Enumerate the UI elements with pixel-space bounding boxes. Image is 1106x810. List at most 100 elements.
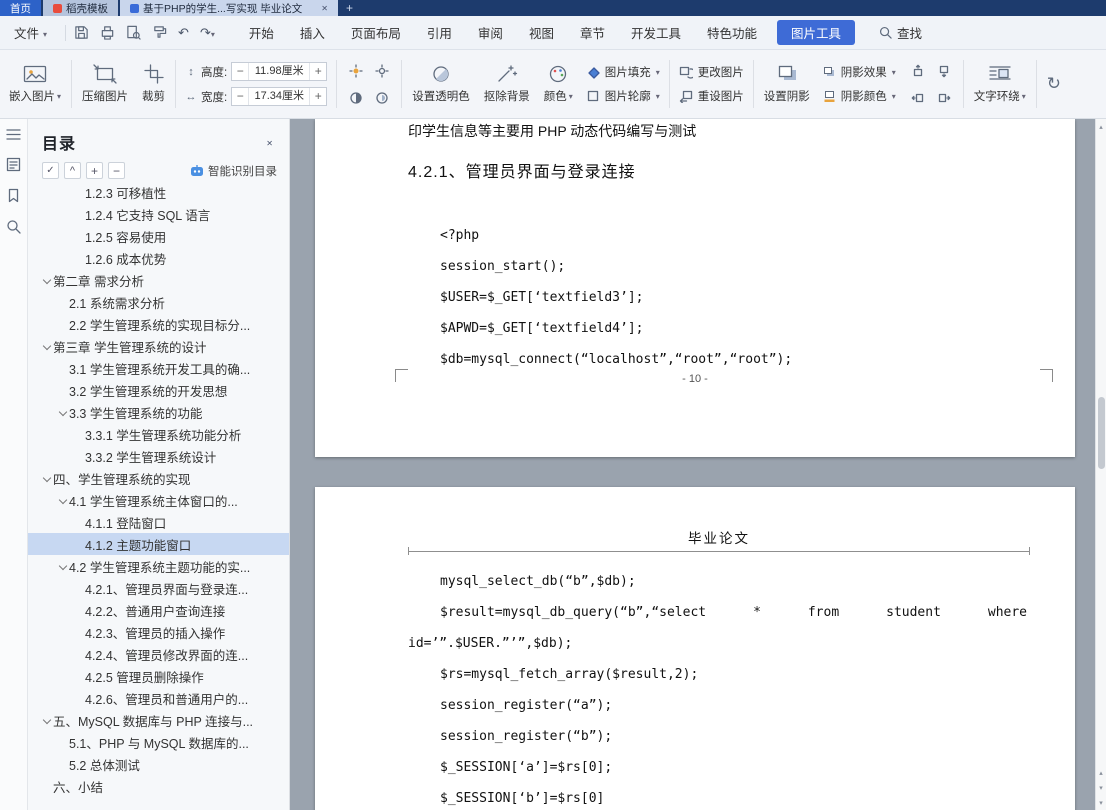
scroll-down-arrow[interactable]: [1096, 795, 1106, 810]
width-value[interactable]: 17.34厘米: [248, 88, 311, 105]
toc-item[interactable]: 1.2.3 可移植性: [28, 181, 289, 203]
menu-tab[interactable]: 页面布局: [351, 23, 401, 42]
picture-fill-button[interactable]: 图片填充: [586, 64, 660, 80]
chevron-down-icon[interactable]: [40, 343, 53, 349]
redo-button[interactable]: [200, 25, 215, 40]
set-transparent-color-button[interactable]: 设置透明色: [405, 52, 477, 116]
nudge-shadow-down-button[interactable]: [934, 61, 954, 81]
color-button[interactable]: 颜色: [537, 52, 580, 116]
toc-item[interactable]: 3.3.2 学生管理系统设计: [28, 445, 289, 467]
outline-toggle-icon[interactable]: [6, 128, 21, 141]
file-menu[interactable]: 文件: [0, 23, 57, 42]
scrollbar-thumb[interactable]: [1098, 397, 1105, 469]
chevron-down-icon[interactable]: [40, 717, 53, 723]
menu-tab[interactable]: 开始: [249, 23, 274, 42]
chevron-down-icon[interactable]: [56, 409, 69, 415]
bookmark-pane-icon[interactable]: [7, 188, 20, 203]
crop-button[interactable]: 裁剪: [135, 52, 172, 116]
vertical-scrollbar[interactable]: [1095, 119, 1106, 810]
chevron-down-icon[interactable]: [56, 497, 69, 503]
nudge-shadow-right-button[interactable]: [934, 88, 954, 108]
reset-picture-button[interactable]: 重设图片: [679, 88, 744, 104]
toc-item[interactable]: 4.2 学生管理系统主题功能的实...: [28, 555, 289, 577]
height-value[interactable]: 11.98厘米: [248, 63, 311, 80]
find-pane-icon[interactable]: [6, 219, 21, 234]
template-tab[interactable]: 稻壳模板: [43, 0, 118, 16]
next-page-button[interactable]: [1096, 780, 1106, 795]
width-increase-button[interactable]: +: [310, 88, 326, 105]
toc-item[interactable]: 4.1 学生管理系统主体窗口的...: [28, 489, 289, 511]
toc-item[interactable]: 第三章 学生管理系统的设计: [28, 335, 289, 357]
toc-item[interactable]: 2.2 学生管理系统的实现目标分...: [28, 313, 289, 335]
document-page-1[interactable]: 印学生信息等主要用 PHP 动态代码编写与测试 4.2.1、管理员界面与登录连接…: [315, 119, 1075, 457]
toc-item[interactable]: 5.2 总体测试: [28, 753, 289, 775]
menu-tab[interactable]: 引用: [427, 23, 452, 42]
document-tab[interactable]: 基于PHP的学生...写实现 毕业论文: [120, 0, 338, 16]
shadow-effect-button[interactable]: 阴影效果: [823, 64, 896, 80]
chevron-down-icon[interactable]: [40, 277, 53, 283]
toc-item[interactable]: 4.2.5 管理员删除操作: [28, 665, 289, 687]
text-wrap-button[interactable]: 文字环绕: [967, 52, 1033, 116]
toc-item[interactable]: 四、学生管理系统的实现: [28, 467, 289, 489]
toc-item[interactable]: 4.2.6、管理员和普通用户的...: [28, 687, 289, 709]
find-button[interactable]: 查找: [879, 23, 922, 42]
increase-brightness-button[interactable]: [346, 61, 366, 81]
toc-collapse-level-icon[interactable]: [64, 162, 81, 179]
toc-select-icon[interactable]: [42, 162, 59, 179]
toc-item[interactable]: 3.2 学生管理系统的开发思想: [28, 379, 289, 401]
toc-item[interactable]: 2.1 系统需求分析: [28, 291, 289, 313]
toc-item[interactable]: 第二章 需求分析: [28, 269, 289, 291]
smart-catalog-button[interactable]: 智能识别目录: [190, 163, 277, 179]
format-painter-button[interactable]: [152, 25, 167, 40]
increase-contrast-button[interactable]: [346, 88, 366, 108]
close-tab-icon[interactable]: [321, 2, 328, 14]
home-tab[interactable]: 首页: [0, 0, 41, 16]
chevron-down-icon[interactable]: [40, 475, 53, 481]
shadow-color-button[interactable]: 阴影颜色: [823, 88, 896, 104]
toc-expand-all-icon[interactable]: [86, 162, 103, 179]
menu-tab[interactable]: 插入: [300, 23, 325, 42]
decrease-brightness-button[interactable]: [372, 61, 392, 81]
decrease-contrast-button[interactable]: [372, 88, 392, 108]
toc-item[interactable]: 1.2.5 容易使用: [28, 225, 289, 247]
picture-outline-button[interactable]: 图片轮廓: [586, 88, 660, 104]
toc-item[interactable]: 4.2.3、管理员的插入操作: [28, 621, 289, 643]
toc-item[interactable]: 4.2.1、管理员界面与登录连...: [28, 577, 289, 599]
scroll-up-arrow[interactable]: [1096, 119, 1106, 134]
save-button[interactable]: [74, 25, 89, 40]
toc-collapse-all-icon[interactable]: [108, 162, 125, 179]
picture-tools-tab[interactable]: 图片工具: [777, 20, 856, 45]
toc-item[interactable]: 4.1.1 登陆窗口: [28, 511, 289, 533]
toc-item[interactable]: 五、MySQL 数据库与 PHP 连接与...: [28, 709, 289, 731]
width-decrease-button[interactable]: −: [232, 88, 248, 105]
rotate-button[interactable]: [1040, 52, 1068, 116]
height-increase-button[interactable]: +: [310, 63, 326, 80]
change-picture-button[interactable]: 更改图片: [679, 64, 744, 80]
document-page-2[interactable]: 毕业论文 mysql_select_db(“b”,$db); $result=my…: [315, 487, 1075, 810]
toc-item[interactable]: 1.2.6 成本优势: [28, 247, 289, 269]
toc-item[interactable]: 3.1 学生管理系统开发工具的确...: [28, 357, 289, 379]
toc-item[interactable]: 5.1、PHP 与 MySQL 数据库的...: [28, 731, 289, 753]
toc-item[interactable]: 3.3 学生管理系统的功能: [28, 401, 289, 423]
document-canvas[interactable]: 印学生信息等主要用 PHP 动态代码编写与测试 4.2.1、管理员界面与登录连接…: [290, 119, 1095, 810]
height-decrease-button[interactable]: −: [232, 63, 248, 80]
toc-item[interactable]: 1.2.4 它支持 SQL 语言: [28, 203, 289, 225]
menu-tab[interactable]: 审阅: [478, 23, 503, 42]
embed-image-button[interactable]: 嵌入图片: [2, 52, 68, 116]
menu-tab[interactable]: 特色功能: [707, 23, 757, 42]
nudge-shadow-up-button[interactable]: [908, 61, 928, 81]
print-button[interactable]: [100, 25, 115, 40]
undo-button[interactable]: [178, 26, 189, 39]
nudge-shadow-left-button[interactable]: [908, 88, 928, 108]
menu-tab[interactable]: 章节: [580, 23, 605, 42]
menu-tab[interactable]: 视图: [529, 23, 554, 42]
catalog-pane-icon[interactable]: [6, 157, 21, 172]
menu-tab[interactable]: 开发工具: [631, 23, 681, 42]
set-shadow-button[interactable]: 设置阴影: [757, 52, 817, 116]
close-panel-icon[interactable]: [262, 131, 277, 153]
print-preview-button[interactable]: [126, 25, 141, 40]
new-tab-button[interactable]: +: [338, 0, 361, 16]
previous-page-button[interactable]: [1096, 765, 1106, 780]
remove-background-button[interactable]: 抠除背景: [477, 52, 537, 116]
toc-item[interactable]: 3.3.1 学生管理系统功能分析: [28, 423, 289, 445]
